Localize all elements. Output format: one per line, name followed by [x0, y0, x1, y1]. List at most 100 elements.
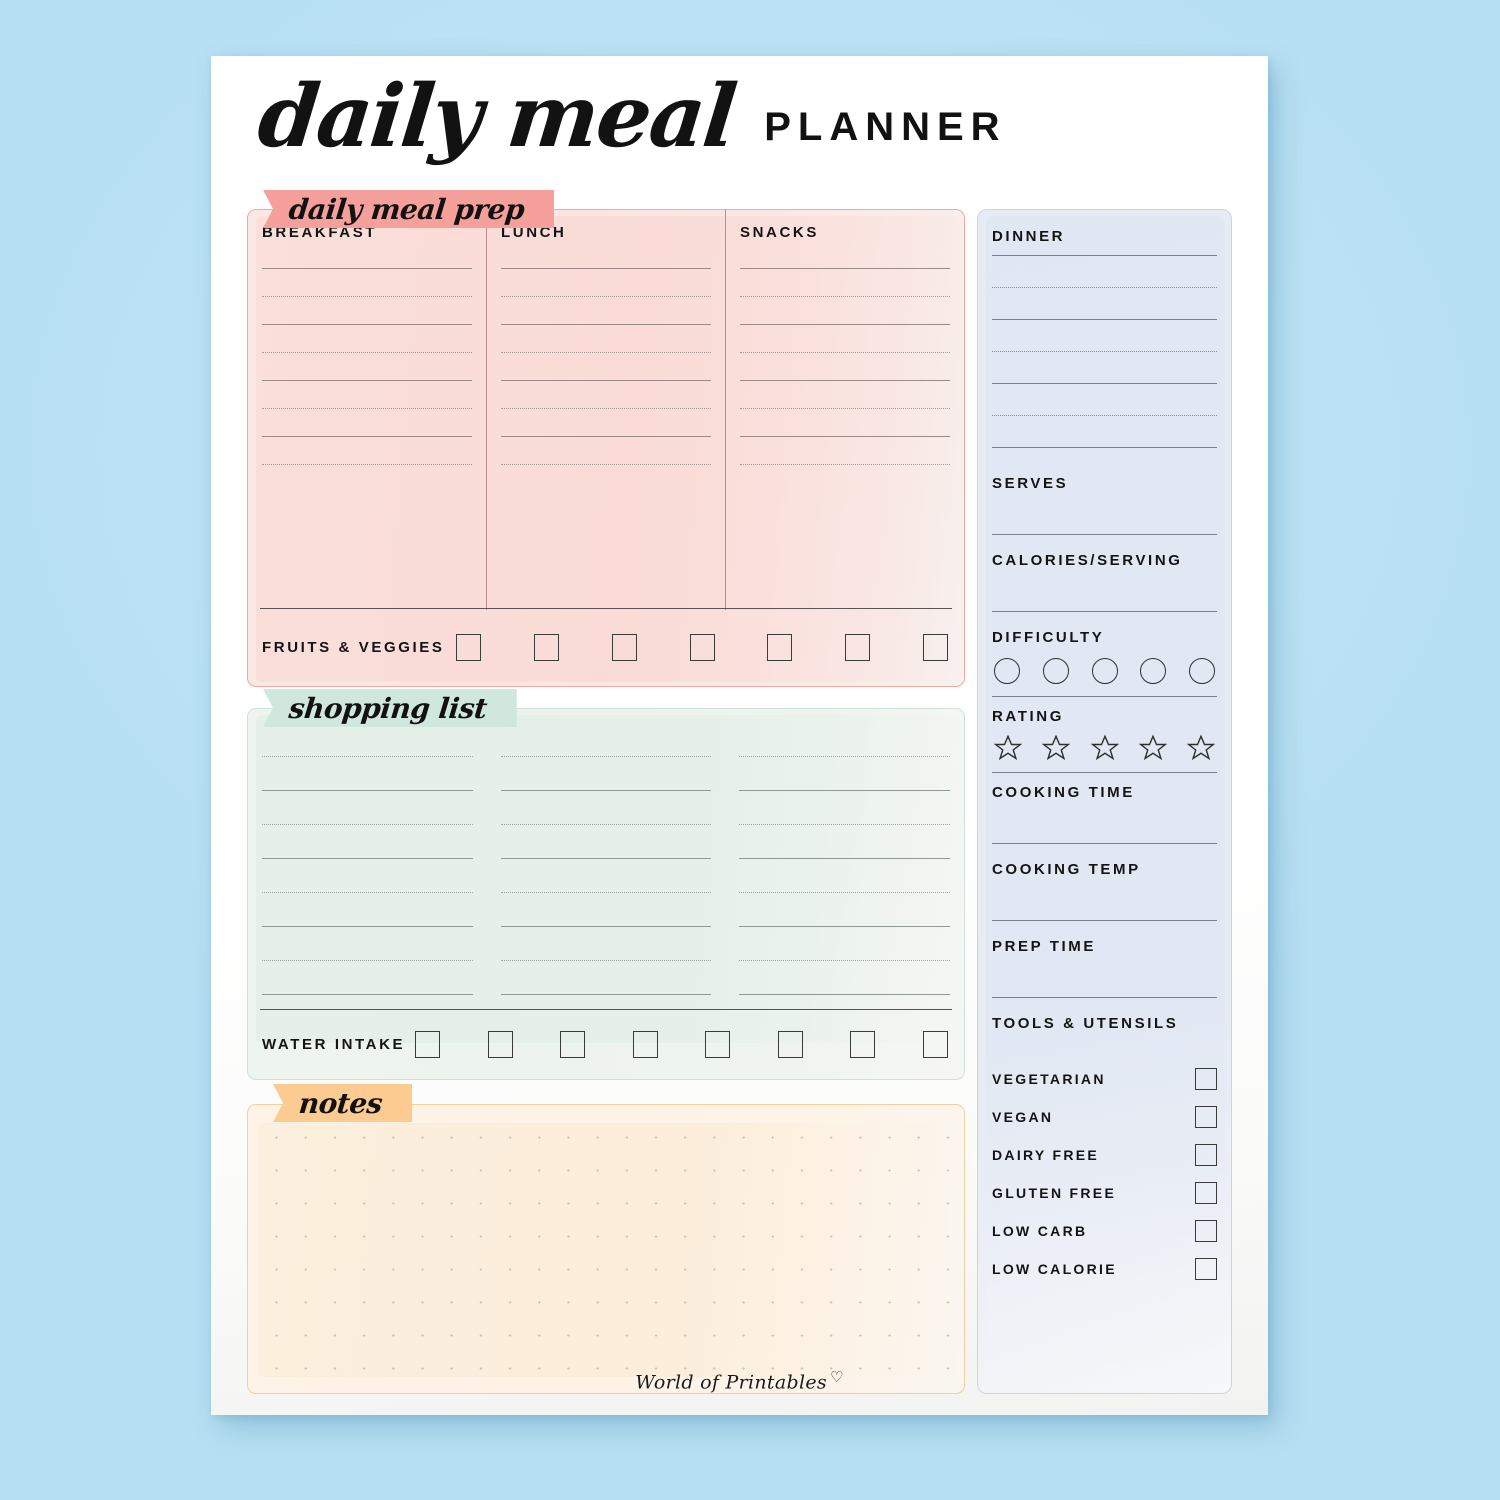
write-line[interactable] — [500, 892, 712, 893]
write-line[interactable] — [262, 324, 472, 325]
dietary-checkbox[interactable] — [1195, 1068, 1217, 1090]
cooking-time-field[interactable]: COOKING TIME — [992, 784, 1217, 844]
write-line[interactable] — [739, 926, 951, 927]
write-line[interactable] — [739, 790, 951, 791]
shopping-list-column-1[interactable] — [248, 723, 487, 999]
fruits-veggies-checkbox[interactable] — [767, 633, 793, 661]
write-line[interactable] — [500, 824, 712, 825]
calories-write-line[interactable] — [992, 611, 1217, 612]
write-line[interactable] — [262, 756, 473, 757]
water-intake-checkbox[interactable] — [922, 1030, 948, 1058]
write-line[interactable] — [262, 436, 472, 437]
write-line[interactable] — [500, 858, 712, 859]
dietary-checkbox[interactable] — [1195, 1220, 1217, 1242]
shopping-list-column-2[interactable] — [487, 723, 726, 999]
prep-time-write-line[interactable] — [992, 997, 1217, 998]
write-line[interactable] — [500, 756, 712, 757]
write-line[interactable] — [740, 324, 950, 325]
cooking-time-write-line[interactable] — [992, 843, 1217, 844]
write-line[interactable] — [501, 296, 711, 297]
write-line[interactable] — [740, 296, 950, 297]
write-line[interactable] — [500, 790, 712, 791]
write-line[interactable] — [992, 383, 1217, 384]
write-line[interactable] — [740, 408, 950, 409]
write-line[interactable] — [739, 756, 951, 757]
write-line[interactable] — [262, 824, 473, 825]
dinner-write-lines[interactable] — [992, 255, 1217, 448]
breakfast-write-lines[interactable] — [262, 268, 472, 465]
shopping-list-column-3[interactable] — [725, 723, 964, 999]
write-line[interactable] — [992, 351, 1217, 352]
write-line[interactable] — [740, 380, 950, 381]
write-line[interactable] — [501, 268, 711, 269]
circle-icon[interactable] — [1091, 658, 1118, 684]
calories-per-serving-field[interactable]: CALORIES/SERVING — [992, 552, 1217, 612]
dietary-checkbox[interactable] — [1195, 1182, 1217, 1204]
circle-icon[interactable] — [994, 658, 1020, 684]
write-line[interactable] — [739, 858, 951, 859]
lunch-write-lines[interactable] — [501, 268, 711, 465]
circle-icon[interactable] — [1042, 658, 1069, 684]
fruits-veggies-checkbox[interactable] — [922, 633, 948, 661]
write-line[interactable] — [501, 324, 711, 325]
water-intake-checkbox[interactable] — [705, 1030, 731, 1058]
dietary-row-low-calorie[interactable]: LOW CALORIE — [992, 1250, 1217, 1288]
write-line[interactable] — [500, 960, 712, 961]
dietary-row-gluten-free[interactable]: GLUTEN FREE — [992, 1174, 1217, 1212]
fruits-veggies-checkbox[interactable] — [689, 633, 715, 661]
prep-time-field[interactable]: PREP TIME — [992, 938, 1217, 998]
write-line[interactable] — [501, 464, 711, 465]
write-line[interactable] — [501, 352, 711, 353]
dietary-row-vegetarian[interactable]: VEGETARIAN — [992, 1060, 1217, 1098]
water-intake-checkbox[interactable] — [850, 1030, 876, 1058]
write-line[interactable] — [992, 319, 1217, 320]
write-line[interactable] — [262, 464, 472, 465]
write-line[interactable] — [739, 824, 951, 825]
star-icon[interactable] — [1042, 734, 1071, 762]
star-icon[interactable] — [1138, 734, 1167, 762]
write-line[interactable] — [740, 436, 950, 437]
serves-write-line[interactable] — [992, 534, 1217, 535]
write-line[interactable] — [739, 960, 951, 961]
star-icon[interactable] — [1187, 734, 1215, 762]
circle-icon[interactable] — [1189, 658, 1215, 684]
dietary-row-dairy-free[interactable]: DAIRY FREE — [992, 1136, 1217, 1174]
write-line[interactable] — [992, 255, 1217, 256]
dietary-checkbox[interactable] — [1195, 1258, 1217, 1280]
fruits-veggies-checkbox[interactable] — [534, 633, 560, 661]
write-line[interactable] — [740, 464, 950, 465]
write-line[interactable] — [262, 994, 473, 995]
snacks-write-lines[interactable] — [740, 268, 950, 465]
notes-panel[interactable] — [247, 1104, 965, 1394]
write-line[interactable] — [501, 436, 711, 437]
write-line[interactable] — [739, 994, 951, 995]
water-intake-checkbox[interactable] — [560, 1030, 586, 1058]
serves-field[interactable]: SERVES — [992, 475, 1217, 535]
write-line[interactable] — [262, 892, 473, 893]
write-line[interactable] — [500, 994, 712, 995]
write-line[interactable] — [992, 447, 1217, 448]
write-line[interactable] — [262, 960, 473, 961]
write-line[interactable] — [262, 926, 473, 927]
water-intake-checkbox[interactable] — [632, 1030, 658, 1058]
tools-utensils-field[interactable]: TOOLS & UTENSILS — [992, 1015, 1217, 1032]
circle-icon[interactable] — [1140, 658, 1167, 684]
write-line[interactable] — [262, 352, 472, 353]
fruits-veggies-checkbox[interactable] — [845, 633, 871, 661]
dietary-row-low-carb[interactable]: LOW CARB — [992, 1212, 1217, 1250]
write-line[interactable] — [740, 352, 950, 353]
star-icon[interactable] — [994, 734, 1022, 762]
water-intake-checkbox[interactable] — [415, 1030, 441, 1058]
write-line[interactable] — [501, 380, 711, 381]
write-line[interactable] — [992, 287, 1217, 288]
write-line[interactable] — [501, 408, 711, 409]
dietary-checkbox[interactable] — [1195, 1144, 1217, 1166]
write-line[interactable] — [262, 296, 472, 297]
write-line[interactable] — [992, 415, 1217, 416]
write-line[interactable] — [262, 790, 473, 791]
write-line[interactable] — [262, 408, 472, 409]
dietary-row-vegan[interactable]: VEGAN — [992, 1098, 1217, 1136]
cooking-temp-field[interactable]: COOKING TEMP — [992, 861, 1217, 921]
water-intake-checkbox[interactable] — [777, 1030, 803, 1058]
write-line[interactable] — [262, 380, 472, 381]
